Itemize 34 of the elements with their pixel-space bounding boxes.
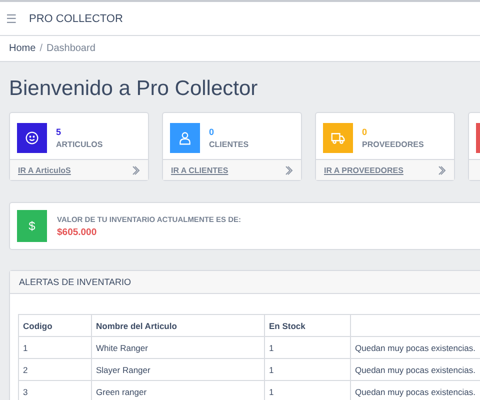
breadcrumb-item[interactable]: Dashboard: [46, 43, 96, 54]
truck-icon: [331, 130, 345, 144]
table-cell: 1: [18, 336, 92, 358]
inventory-value: $605.000: [57, 226, 98, 238]
stat-label: ARTICULOS: [56, 140, 103, 148]
chevron-icon: [132, 166, 140, 174]
stat-count: 0: [209, 126, 216, 136]
app-title: PRO COLLECTOR: [29, 12, 123, 24]
page-title: Bienvenido a Pro Collector: [9, 77, 259, 101]
table-cell: 3: [18, 380, 92, 400]
breadcrumb-separator: /: [40, 43, 42, 54]
chevron-icon: [285, 166, 293, 174]
card-link[interactable]: IR A CLIENTES: [171, 166, 228, 174]
user-icon: [178, 130, 192, 144]
stat-count: 0: [362, 126, 368, 136]
table-cell: Slayer Ranger: [92, 358, 264, 380]
table-cell: 2: [18, 358, 92, 380]
column-header: En Stock: [264, 314, 350, 336]
column-header: Nombre del Articulo: [92, 314, 264, 336]
table-cell: White Ranger: [92, 336, 264, 358]
dollar-icon: $: [17, 210, 47, 242]
chevron-icon: [438, 166, 446, 174]
stat-count: 5: [56, 126, 62, 136]
stat-label: CLIENTES: [209, 140, 249, 148]
table-cell: 1: [264, 336, 350, 358]
menu-icon[interactable]: ☰: [6, 12, 17, 26]
table-cell: 1: [264, 358, 350, 380]
smiley-icon: [25, 130, 39, 144]
card-link[interactable]: IR A PROVEEDORES: [324, 166, 404, 174]
card-link[interactable]: IR A ArticuloS: [18, 166, 71, 174]
column-header: Codigo: [18, 314, 92, 336]
panel-header: ALERTAS DE INVENTARIO: [10, 271, 480, 294]
breadcrumb-item[interactable]: Home: [9, 43, 36, 54]
stat-label: PROVEEDORES: [362, 140, 424, 148]
